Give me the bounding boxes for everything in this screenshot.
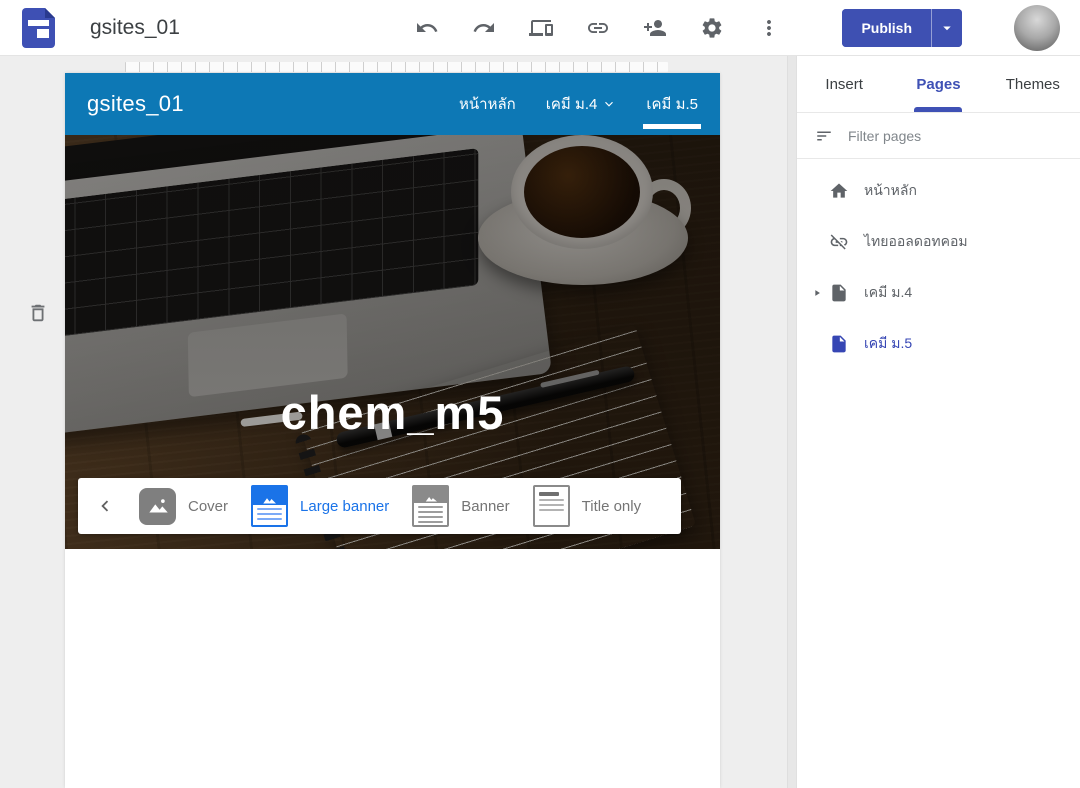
editor-sidebar: Insert Pages Themes หน้าหลัก ไทยออลดอท bbox=[796, 56, 1080, 788]
delete-section-icon[interactable] bbox=[25, 301, 51, 327]
sidebar-tabs: Insert Pages Themes bbox=[797, 56, 1080, 113]
filter-pages-input[interactable] bbox=[848, 128, 1062, 144]
header-type-banner[interactable]: Banner bbox=[412, 485, 509, 527]
editor-area: gsites_01 หน้าหลัก เคมี ม.4 เคมี ม.5 bbox=[0, 56, 796, 788]
expand-arrow-icon[interactable] bbox=[807, 288, 827, 298]
redo-icon[interactable] bbox=[472, 16, 496, 40]
filter-icon bbox=[815, 127, 833, 145]
link-off-icon bbox=[829, 232, 849, 252]
document-title[interactable]: gsites_01 bbox=[90, 16, 180, 40]
editor-topbar: gsites_01 Publish bbox=[0, 0, 1080, 56]
home-icon bbox=[829, 181, 849, 201]
header-type-toolbar: Cover Large banner bbox=[78, 478, 681, 534]
nav-item-home[interactable]: หน้าหลัก bbox=[459, 73, 516, 135]
site-preview-canvas: gsites_01 หน้าหลัก เคมี ม.4 เคมี ม.5 bbox=[65, 73, 720, 788]
banner-style-icon bbox=[412, 485, 449, 527]
workspace: gsites_01 หน้าหลัก เคมี ม.4 เคมี ม.5 bbox=[0, 56, 1080, 788]
undo-icon[interactable] bbox=[415, 16, 439, 40]
site-header: gsites_01 หน้าหลัก เคมี ม.4 เคมี ม.5 bbox=[65, 73, 720, 135]
page-title-text[interactable]: chem_m5 bbox=[65, 385, 720, 440]
page-icon bbox=[829, 283, 849, 303]
settings-icon[interactable] bbox=[700, 16, 724, 40]
page-icon bbox=[829, 334, 849, 354]
add-editors-icon[interactable] bbox=[643, 16, 667, 40]
header-type-large-banner[interactable]: Large banner bbox=[251, 485, 389, 527]
topbar-actions: Publish bbox=[415, 5, 1060, 51]
title-only-style-icon bbox=[533, 485, 570, 527]
pages-list: หน้าหลัก ไทยออลดอทคอม เคมี ม.4 bbox=[797, 159, 1080, 369]
tab-pages[interactable]: Pages bbox=[891, 56, 985, 112]
publish-button[interactable]: Publish bbox=[842, 9, 931, 47]
site-title[interactable]: gsites_01 bbox=[87, 91, 184, 117]
google-sites-logo-icon[interactable] bbox=[22, 7, 56, 49]
nav-item-chem-m4[interactable]: เคมี ม.4 bbox=[546, 73, 617, 135]
chevron-left-icon[interactable] bbox=[94, 495, 116, 517]
chevron-down-icon bbox=[602, 97, 616, 111]
header-type-title-only[interactable]: Title only bbox=[533, 485, 641, 527]
site-nav: หน้าหลัก เคมี ม.4 เคมี ม.5 bbox=[459, 73, 698, 135]
layout-ruler bbox=[125, 62, 668, 72]
device-preview-icon[interactable] bbox=[529, 16, 553, 40]
tab-themes[interactable]: Themes bbox=[986, 56, 1080, 112]
header-type-cover[interactable]: Cover bbox=[139, 488, 228, 525]
large-banner-style-icon bbox=[251, 485, 288, 527]
page-item-thaiall[interactable]: ไทยออลดอทคอม bbox=[797, 216, 1080, 267]
chevron-down-icon bbox=[938, 19, 956, 37]
nav-item-chem-m5[interactable]: เคมี ม.5 bbox=[646, 73, 698, 135]
publish-button-group: Publish bbox=[842, 9, 962, 47]
hero-banner: chem_m5 Cover bbox=[65, 135, 720, 549]
copy-link-icon[interactable] bbox=[586, 16, 610, 40]
tab-insert[interactable]: Insert bbox=[797, 56, 891, 112]
cover-style-icon bbox=[139, 488, 176, 525]
account-avatar[interactable] bbox=[1014, 5, 1060, 51]
more-options-icon[interactable] bbox=[757, 16, 781, 40]
page-item-chem-m4[interactable]: เคมี ม.4 bbox=[797, 267, 1080, 318]
page-item-chem-m5[interactable]: เคมี ม.5 bbox=[797, 318, 1080, 369]
filter-pages-row bbox=[797, 113, 1080, 159]
page-item-home[interactable]: หน้าหลัก bbox=[797, 165, 1080, 216]
publish-dropdown-button[interactable] bbox=[931, 9, 962, 47]
canvas-scrollbar[interactable] bbox=[787, 56, 796, 788]
